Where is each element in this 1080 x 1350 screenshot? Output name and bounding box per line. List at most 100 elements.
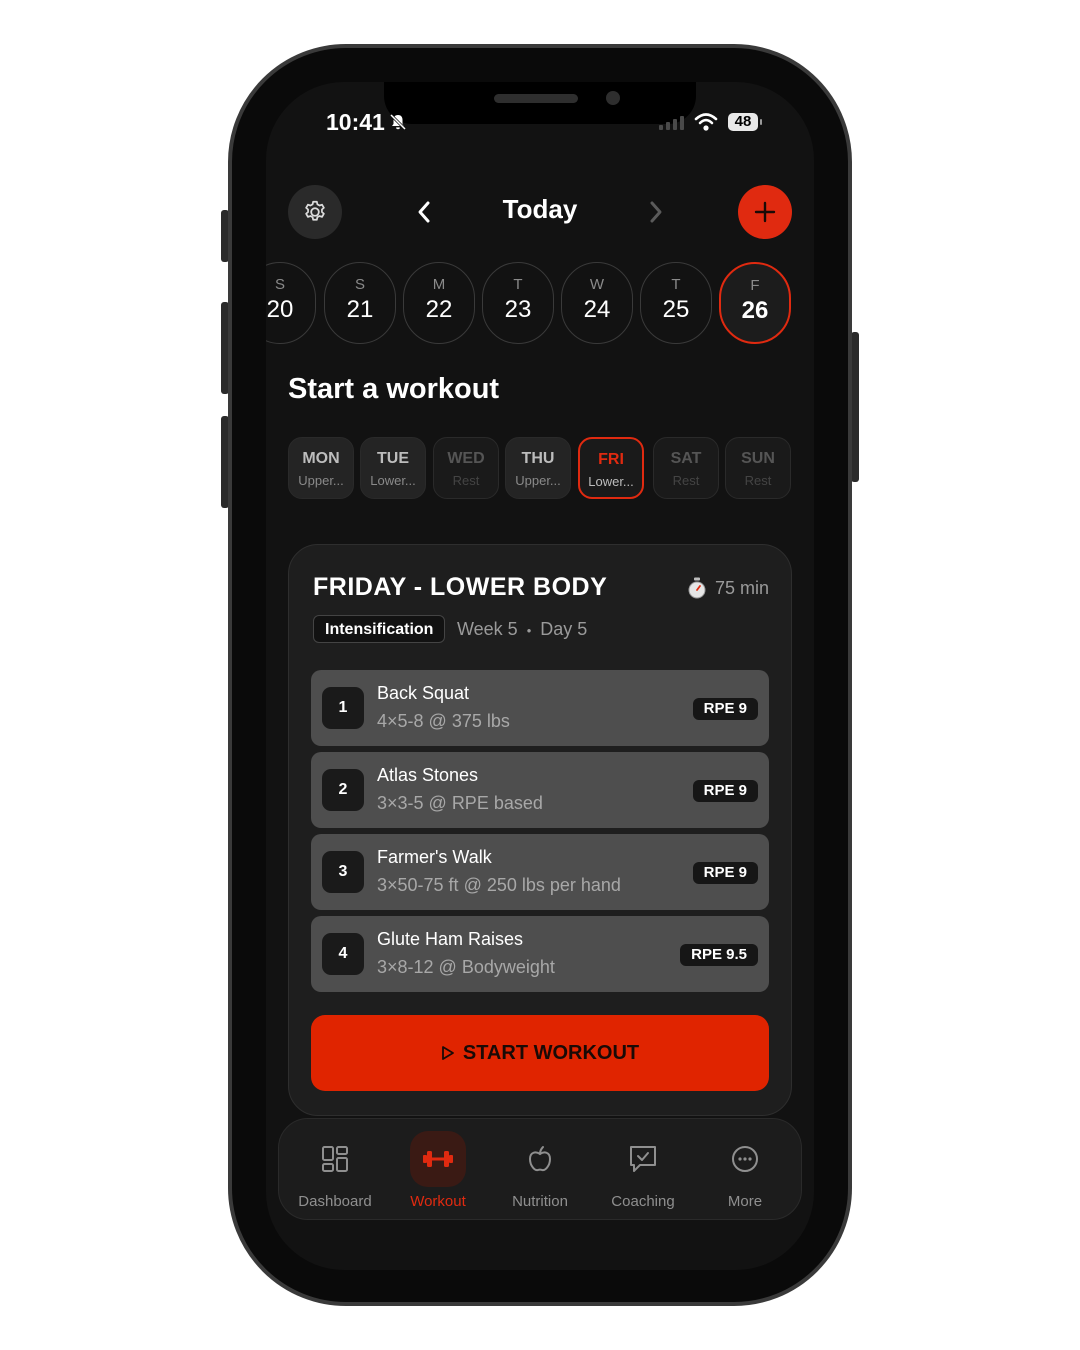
- day-chip-sub: Upper...: [515, 473, 561, 488]
- exercise-name: Back Squat: [377, 683, 470, 703]
- day-chip-mon[interactable]: MON Upper...: [288, 437, 354, 499]
- date-pill[interactable]: T 25: [640, 262, 712, 344]
- plus-icon: [754, 201, 776, 223]
- dashboard-icon: [322, 1146, 348, 1172]
- rpe-badge: RPE 9.5: [680, 944, 758, 966]
- date-weekday: M: [432, 276, 446, 293]
- workout-card: FRIDAY - LOWER BODY 75 min Intensificati…: [288, 544, 792, 1116]
- date-weekday: T: [513, 276, 523, 293]
- exercise-detail: 3×8-12 @ Bodyweight: [377, 957, 555, 977]
- nav-label: Workout: [410, 1193, 466, 1210]
- date-pill[interactable]: S 21: [324, 262, 396, 344]
- prev-day-button[interactable]: [412, 196, 436, 228]
- date-weekday: F: [750, 277, 760, 294]
- exercise-number: 4: [322, 933, 364, 975]
- phone-screen: 10:41 48 Today S 20 S 21 M 22 T 23 W 24 …: [266, 82, 814, 1270]
- date-number: 26: [741, 297, 769, 324]
- gear-icon: [305, 200, 325, 221]
- date-pill[interactable]: M 22: [403, 262, 475, 344]
- week-day-info: Week 5 • Day 5: [457, 619, 587, 640]
- nav-icon-wrap: [410, 1131, 466, 1187]
- nav-more[interactable]: More: [695, 1119, 795, 1221]
- exercise-row[interactable]: 1 Back Squat 4×5-8 @ 375 lbs RPE 9: [311, 670, 769, 746]
- exercise-row[interactable]: 2 Atlas Stones 3×3-5 @ RPE based RPE 9: [311, 752, 769, 828]
- rpe-badge: RPE 9: [692, 780, 758, 802]
- day-chip-sub: Lower...: [370, 473, 416, 488]
- nav-nutrition[interactable]: Nutrition: [490, 1119, 590, 1221]
- nav-dashboard[interactable]: Dashboard: [285, 1119, 385, 1221]
- chevron-right-icon: [650, 201, 662, 223]
- date-pill[interactable]: T 23: [482, 262, 554, 344]
- exercise-detail: 3×3-5 @ RPE based: [377, 793, 543, 813]
- date-number: 21: [346, 296, 374, 323]
- start-workout-button[interactable]: START WORKOUT: [311, 1015, 769, 1091]
- next-day-button[interactable]: [644, 196, 668, 228]
- exercise-row[interactable]: 3 Farmer's Walk 3×50-75 ft @ 250 lbs per…: [311, 834, 769, 910]
- exercise-name: Glute Ham Raises: [377, 929, 524, 949]
- day-chip-sub: Lower...: [588, 474, 634, 489]
- add-button[interactable]: [738, 185, 792, 239]
- phase-badge: Intensification: [313, 615, 446, 643]
- date-number: 22: [425, 296, 453, 323]
- day-chip-label: SUN: [741, 450, 775, 467]
- day-label: Day 5: [540, 619, 588, 639]
- week-label: Week 5: [457, 619, 518, 639]
- day-chip-label: MON: [302, 450, 340, 467]
- nav-icon-wrap: [307, 1131, 363, 1187]
- nav-coaching[interactable]: Coaching: [593, 1119, 693, 1221]
- date-weekday: S: [354, 276, 365, 293]
- workout-title: FRIDAY - LOWER BODY: [313, 573, 608, 601]
- play-icon: [441, 1046, 454, 1060]
- day-chip-sun[interactable]: SUN Rest: [725, 437, 791, 499]
- exercise-number: 3: [322, 851, 364, 893]
- date-number: 20: [266, 296, 294, 323]
- nav-label: Coaching: [611, 1193, 675, 1210]
- battery-indicator: 48: [728, 113, 762, 131]
- date-weekday: S: [274, 276, 285, 293]
- dumbbell-icon: [423, 1151, 453, 1167]
- bell-off-icon: [389, 113, 407, 131]
- exercise-detail: 4×5-8 @ 375 lbs: [377, 711, 510, 731]
- nav-workout[interactable]: Workout: [388, 1119, 488, 1221]
- exercise-name: Atlas Stones: [377, 765, 479, 785]
- date-number: 24: [583, 296, 611, 323]
- date-pill[interactable]: W 24: [561, 262, 633, 344]
- settings-button[interactable]: [288, 185, 342, 239]
- day-chip-tue[interactable]: TUE Lower...: [360, 437, 426, 499]
- nav-label: More: [727, 1193, 763, 1210]
- stopwatch-icon: [688, 577, 706, 599]
- exercise-detail: 3×50-75 ft @ 250 lbs per hand: [377, 875, 621, 895]
- rpe-badge: RPE 9: [692, 698, 758, 720]
- day-chip-label: TUE: [377, 450, 409, 467]
- section-title: Start a workout: [288, 373, 500, 405]
- signal-icon: [659, 116, 684, 130]
- power-button: [851, 332, 859, 482]
- day-chip-wed[interactable]: WED Rest: [433, 437, 499, 499]
- separator-dot: •: [526, 623, 532, 638]
- exercise-name: Farmer's Walk: [377, 847, 492, 867]
- date-pill-selected[interactable]: F 26: [719, 262, 791, 344]
- exercise-row[interactable]: 4 Glute Ham Raises 3×8-12 @ Bodyweight R…: [311, 916, 769, 992]
- chevron-left-icon: [418, 201, 430, 223]
- notch: [384, 82, 696, 124]
- date-weekday: W: [589, 276, 605, 293]
- day-chip-fri[interactable]: FRI Lower...: [578, 437, 644, 499]
- bottom-nav: Dashboard Workout Nutrition Coaching Mor…: [278, 1118, 802, 1220]
- nav-label: Nutrition: [512, 1193, 568, 1210]
- workout-duration: 75 min: [687, 577, 769, 599]
- front-camera: [606, 91, 620, 105]
- speaker: [494, 94, 578, 103]
- day-chip-sub: Rest: [744, 473, 772, 488]
- day-chip-sat[interactable]: SAT Rest: [653, 437, 719, 499]
- day-chip-thu[interactable]: THU Upper...: [505, 437, 571, 499]
- date-number: 25: [662, 296, 690, 323]
- apple-icon: [528, 1146, 552, 1172]
- wifi-icon: [694, 113, 718, 131]
- more-icon: [732, 1146, 758, 1172]
- date-title: Today: [502, 194, 578, 224]
- day-chip-label: THU: [521, 450, 555, 467]
- date-pill[interactable]: S 20: [266, 262, 316, 344]
- day-chip-label: WED: [447, 450, 485, 467]
- day-chip-sub: Rest: [452, 473, 480, 488]
- nav-icon-wrap: [615, 1131, 671, 1187]
